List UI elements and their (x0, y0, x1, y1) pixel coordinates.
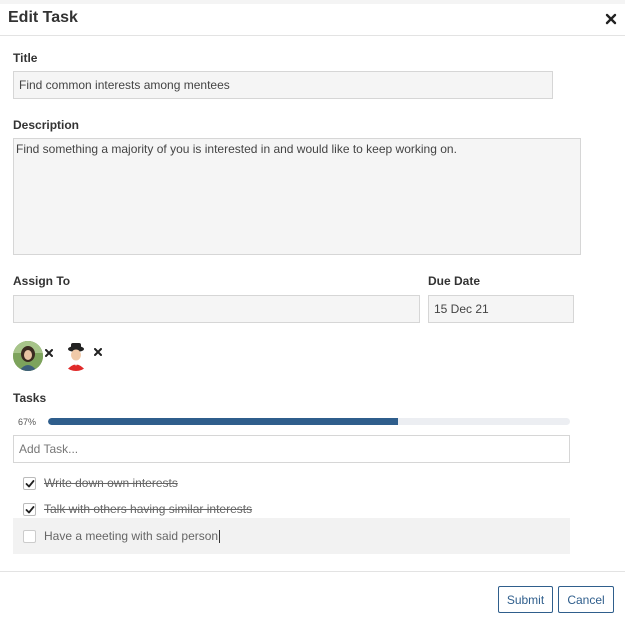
submit-button[interactable]: Submit (498, 586, 553, 613)
assign-to-input[interactable] (13, 295, 420, 323)
due-date-input[interactable]: 15 Dec 21 (428, 295, 574, 323)
task-checkbox[interactable] (23, 529, 36, 543)
task-text-edit[interactable]: Have a meeting with said person (44, 528, 221, 544)
progress-bar (48, 418, 570, 425)
assign-to-label: Assign To (13, 274, 71, 288)
remove-assignee-icon[interactable] (94, 343, 102, 356)
task-checkbox[interactable] (23, 502, 36, 516)
footer-divider (0, 571, 625, 572)
remove-assignee-icon[interactable] (45, 344, 53, 357)
add-task-input[interactable]: Add Task... (13, 435, 570, 463)
tasks-label: Tasks (13, 391, 47, 405)
task-text: Have a meeting with said person (44, 528, 219, 543)
title-label: Title (13, 51, 38, 65)
title-input[interactable]: Find common interests among mentees (13, 71, 553, 99)
due-date-label: Due Date (428, 274, 481, 288)
progress-fill (48, 418, 398, 425)
task-checkbox[interactable] (23, 476, 36, 490)
dialog-header: Edit Task (0, 4, 625, 36)
description-textarea[interactable]: Find something a majority of you is inte… (13, 138, 581, 255)
avatar-woman (13, 341, 43, 371)
task-item: Have a meeting with said person (13, 518, 570, 554)
description-label: Description (13, 118, 80, 132)
dialog-title: Edit Task (8, 9, 78, 26)
close-icon[interactable] (605, 12, 617, 25)
progress-percent: 67% (18, 417, 37, 427)
avatar-man-hat (61, 341, 91, 371)
text-caret (219, 530, 221, 544)
task-text: Write down own interests (44, 476, 178, 490)
task-text: Talk with others having similar interest… (44, 502, 253, 516)
cancel-button[interactable]: Cancel (558, 586, 614, 613)
task-item: Write down own interests (13, 470, 570, 496)
